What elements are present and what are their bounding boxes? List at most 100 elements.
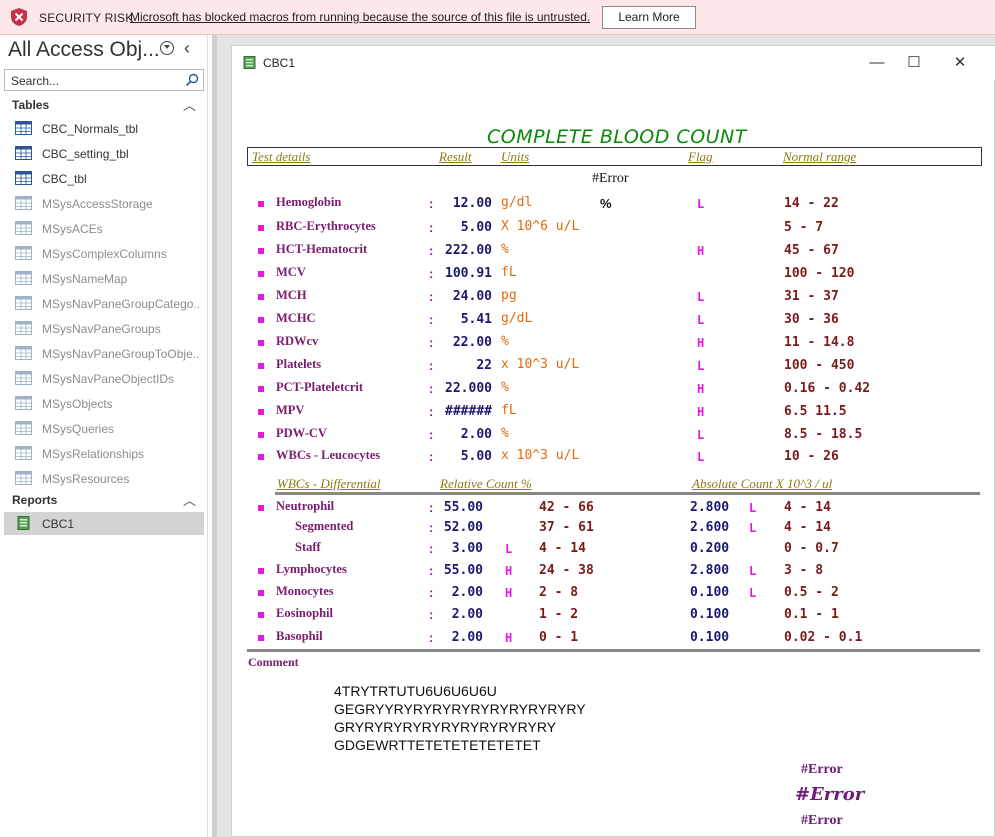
nav-item-table[interactable]: CBC_tbl [4,167,204,190]
test-unit: X 10^6 u/L [501,219,580,234]
error-value: #Error [592,171,629,186]
diff-result: 55.00 [443,563,483,578]
nav-item-table[interactable]: MSysNavPaneGroupCatego... [4,292,204,315]
maximize-icon[interactable]: ☐ [901,52,927,74]
test-result: ###### [445,404,492,419]
test-normal-range: 100 - 450 [784,358,855,373]
test-unit: % [501,380,509,395]
nav-item-label: MSysComplexColumns [42,247,167,261]
chevron-up-icon[interactable]: ︿ [183,95,196,114]
nav-item-table[interactable]: MSysNavPaneGroupToObje... [4,342,204,365]
test-name: HCT-Hematocrit [276,242,368,256]
diff-result: 2.00 [451,585,483,600]
diff-name: Staff [295,540,321,554]
table-icon [15,221,32,235]
diff-relative-flag: H [505,586,513,600]
reports-group-header[interactable]: Reports ︿ [0,489,208,511]
table-icon [15,146,32,160]
test-result: 222.00 [445,243,492,258]
security-shield-icon [11,8,27,26]
diff-absolute-range: 0.5 - 2 [784,585,839,600]
test-normal-range: 31 - 37 [784,289,839,304]
nav-item-table[interactable]: MSysRelationships [4,442,204,465]
bullet-icon [258,568,264,574]
table-icon [15,471,32,485]
test-name: MPV [276,403,305,417]
diff-absolute-range: 4 - 14 [784,520,831,535]
security-message-link[interactable]: Microsoft has blocked macros from runnin… [130,10,590,24]
test-unit: x 10^3 u/L [501,448,580,463]
table-icon [15,296,32,310]
table-icon [15,246,32,260]
diff-absolute-count: 2.800 [690,563,730,578]
nav-item-table[interactable]: MSysResources [4,467,204,490]
table-icon [15,446,32,460]
search-icon[interactable] [185,73,199,87]
nav-item-label: MSysAccessStorage [42,197,153,211]
test-flag: L [697,450,705,464]
footer-error: #Error [801,762,843,777]
diff-absolute-range: 4 - 14 [784,500,831,515]
nav-item-table[interactable]: CBC_Normals_tbl [4,117,204,140]
diff-result: 2.00 [451,630,483,645]
bullet-icon [258,248,264,254]
nav-item-table[interactable]: CBC_setting_tbl [4,142,204,165]
diff-absolute-count: 2.800 [690,500,730,515]
bullet-icon [258,635,264,641]
nav-item-label: MSysACEs [42,222,103,236]
test-name: MCHC [276,311,316,325]
diff-result: 2.00 [451,607,483,622]
bullet-icon [258,271,264,277]
diff-absolute-count: 0.200 [690,541,730,556]
diff-relative-range: 4 - 14 [539,541,586,556]
nav-item-table[interactable]: MSysAccessStorage [4,192,204,215]
learn-more-button[interactable]: Learn More [602,6,696,29]
table-icon [15,421,32,435]
diff-absolute-count: 0.100 [690,607,730,622]
section-divider [275,492,980,495]
minimize-icon[interactable]: — [864,52,890,74]
nav-item-table[interactable]: MSysQueries [4,417,204,440]
diff-absolute-count: 0.100 [690,585,730,600]
test-unit: % [501,426,509,441]
nav-pane-title[interactable]: All Access Obj... [8,38,160,62]
test-normal-range: 5 - 7 [784,220,824,235]
nav-item-table[interactable]: MSysNavPaneGroups [4,317,204,340]
test-unit: fL [501,403,517,418]
nav-pane-menu-icon[interactable] [160,41,174,55]
chevron-up-icon[interactable]: ︿ [183,490,196,509]
test-result: 5.00 [460,449,492,464]
test-normal-range: 30 - 36 [784,312,839,327]
table-icon [15,346,32,360]
nav-item-table[interactable]: MSysObjects [4,392,204,415]
report-icon [17,516,30,530]
report-window-titlebar[interactable]: CBC1 — ☐ ✕ [232,46,995,80]
nav-item-table[interactable]: MSysACEs [4,217,204,240]
diff-name: Segmented [295,519,354,533]
diff-absolute-count: 0.100 [690,630,730,645]
nav-item-label: MSysNavPaneGroupCatego... [42,297,200,311]
test-name: MCV [276,265,306,279]
nav-item-table[interactable]: MSysComplexColumns [4,242,204,265]
test-result: 2.00 [460,427,492,442]
nav-item-table[interactable]: MSysNavPaneObjectIDs [4,367,204,390]
diff-relative-flag: H [505,631,513,645]
table-icon [15,371,32,385]
diff-name: Basophil [276,629,323,643]
test-unit: fL [501,265,517,280]
tables-group-header[interactable]: Tables ︿ [0,94,208,116]
diff-relative-flag: H [505,564,513,578]
nav-item-report-cbc1[interactable]: CBC1 [4,512,204,535]
nav-item-label: MSysNavPaneGroupToObje... [42,347,200,361]
nav-pane-collapse-icon[interactable]: ‹ [184,38,190,59]
section-divider [247,649,980,652]
diff-absolute-range: 0.02 - 0.1 [784,630,863,645]
diff-relative-range: 37 - 61 [539,520,594,535]
bullet-icon [258,454,264,460]
nav-item-table[interactable]: MSysNameMap [4,267,204,290]
test-result: 24.00 [452,289,492,304]
close-icon[interactable]: ✕ [947,52,973,74]
test-name: PCT-Plateletcrit [276,380,363,394]
nav-search-input[interactable]: Search... [4,69,204,91]
test-name: RBC-Erythrocytes [276,219,376,233]
